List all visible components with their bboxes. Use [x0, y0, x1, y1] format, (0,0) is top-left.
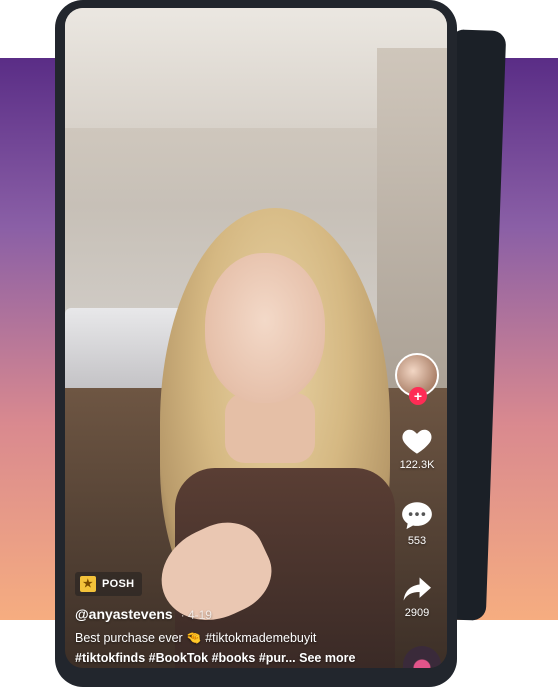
side-action-bar: + 122.3K 553 2909 [393, 353, 441, 619]
like-count: 122.3K [399, 459, 435, 471]
post-date: · 4-19 [180, 608, 212, 622]
caption-line-1: Best purchase ever 🤏 #tiktokmademebuyit [75, 631, 317, 645]
heart-icon[interactable] [400, 425, 434, 455]
share-icon[interactable] [401, 575, 433, 603]
plus-icon[interactable]: + [409, 387, 427, 405]
comment-icon[interactable] [400, 499, 434, 531]
tag-icon: ★ [80, 576, 96, 592]
creator-avatar[interactable]: + [395, 353, 439, 405]
comment-action[interactable]: 553 [400, 499, 434, 547]
product-badge[interactable]: ★ POSH [75, 572, 143, 596]
share-count: 2909 [404, 607, 430, 619]
see-more-link[interactable]: See more [299, 651, 355, 665]
like-action[interactable]: 122.3K [399, 425, 435, 471]
creator-username[interactable]: @anyastevens [75, 606, 173, 622]
person-face [205, 253, 325, 403]
caption-line-2[interactable]: #tiktokfinds #BookTok #books #pur... [75, 651, 296, 665]
creator-row: @anyastevens · 4-19 [75, 606, 375, 622]
person-neck [225, 393, 315, 463]
badge-label: POSH [102, 578, 135, 590]
comment-count: 553 [407, 535, 427, 547]
caption-overlay: ★ POSH @anyastevens · 4-19 Best purchase… [75, 572, 375, 668]
share-action[interactable]: 2909 [401, 575, 433, 619]
video-screen[interactable]: + 122.3K 553 2909 ★ POSH @anyastevens · … [65, 8, 447, 668]
phone-frame: + 122.3K 553 2909 ★ POSH @anyastevens · … [55, 0, 457, 687]
video-caption: Best purchase ever 🤏 #tiktokmademebuyit … [75, 628, 375, 668]
